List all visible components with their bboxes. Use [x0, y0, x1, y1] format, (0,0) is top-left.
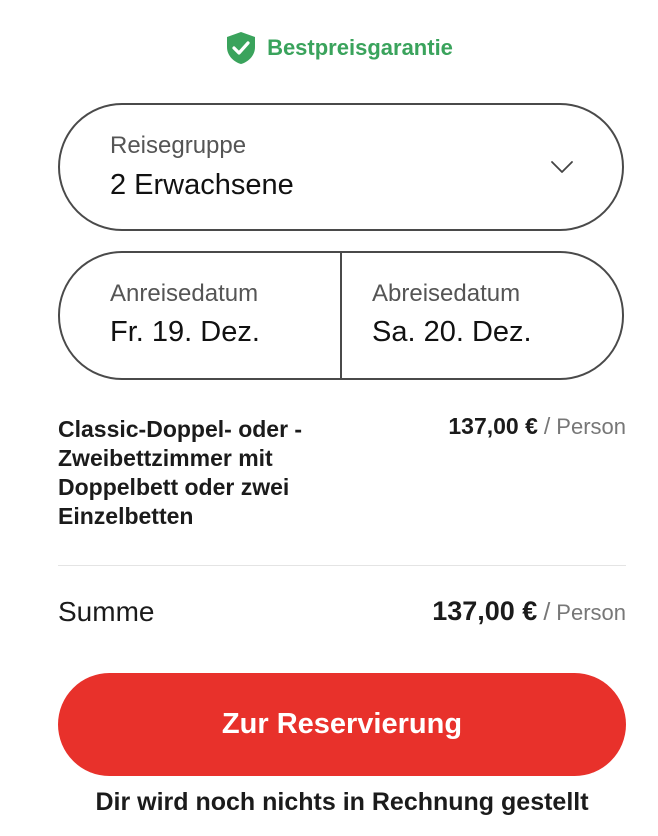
arrival-date-value: Fr. 19. Dez. [110, 316, 260, 348]
reservation-button[interactable]: Zur Reservierung [58, 673, 626, 776]
room-price: 137,00 € / Person [448, 413, 626, 440]
room-price-amount: 137,00 € [448, 413, 538, 439]
departure-date-field[interactable]: Abreisedatum Sa. 20. Dez. [342, 253, 622, 378]
total-price-separator: / [543, 598, 551, 626]
total-price: 137,00 € / Person [432, 596, 626, 627]
total-label: Summe [58, 596, 155, 627]
chevron-down-icon [551, 161, 573, 173]
room-price-unit: Person [556, 414, 626, 439]
total-price-unit: Person [556, 600, 626, 625]
arrival-date-field[interactable]: Anreisedatum Fr. 19. Dez. [60, 253, 342, 378]
travel-group-label: Reisegruppe [110, 132, 247, 159]
departure-date-value: Sa. 20. Dez. [372, 316, 532, 348]
arrival-date-label: Anreisedatum [110, 280, 259, 307]
divider [58, 565, 626, 566]
best-price-label: Bestpreisgarantie [267, 35, 453, 60]
shield-check-icon [227, 32, 256, 64]
room-price-separator: / [543, 413, 551, 439]
date-range-field: Anreisedatum Fr. 19. Dez. Abreisedatum S… [58, 251, 624, 380]
travel-group-value: 2 Erwachsene [110, 169, 294, 201]
no-charge-note: Dir wird noch nichts in Rechnung gestell… [95, 788, 589, 816]
best-price-badge: Bestpreisgarantie [0, 30, 658, 66]
departure-date-label: Abreisedatum [372, 280, 521, 307]
travel-group-select[interactable]: Reisegruppe 2 Erwachsene [58, 103, 624, 231]
room-name: Classic-Doppel- oder -Zweibettzimmer mit… [58, 416, 303, 529]
total-price-amount: 137,00 € [432, 596, 538, 626]
